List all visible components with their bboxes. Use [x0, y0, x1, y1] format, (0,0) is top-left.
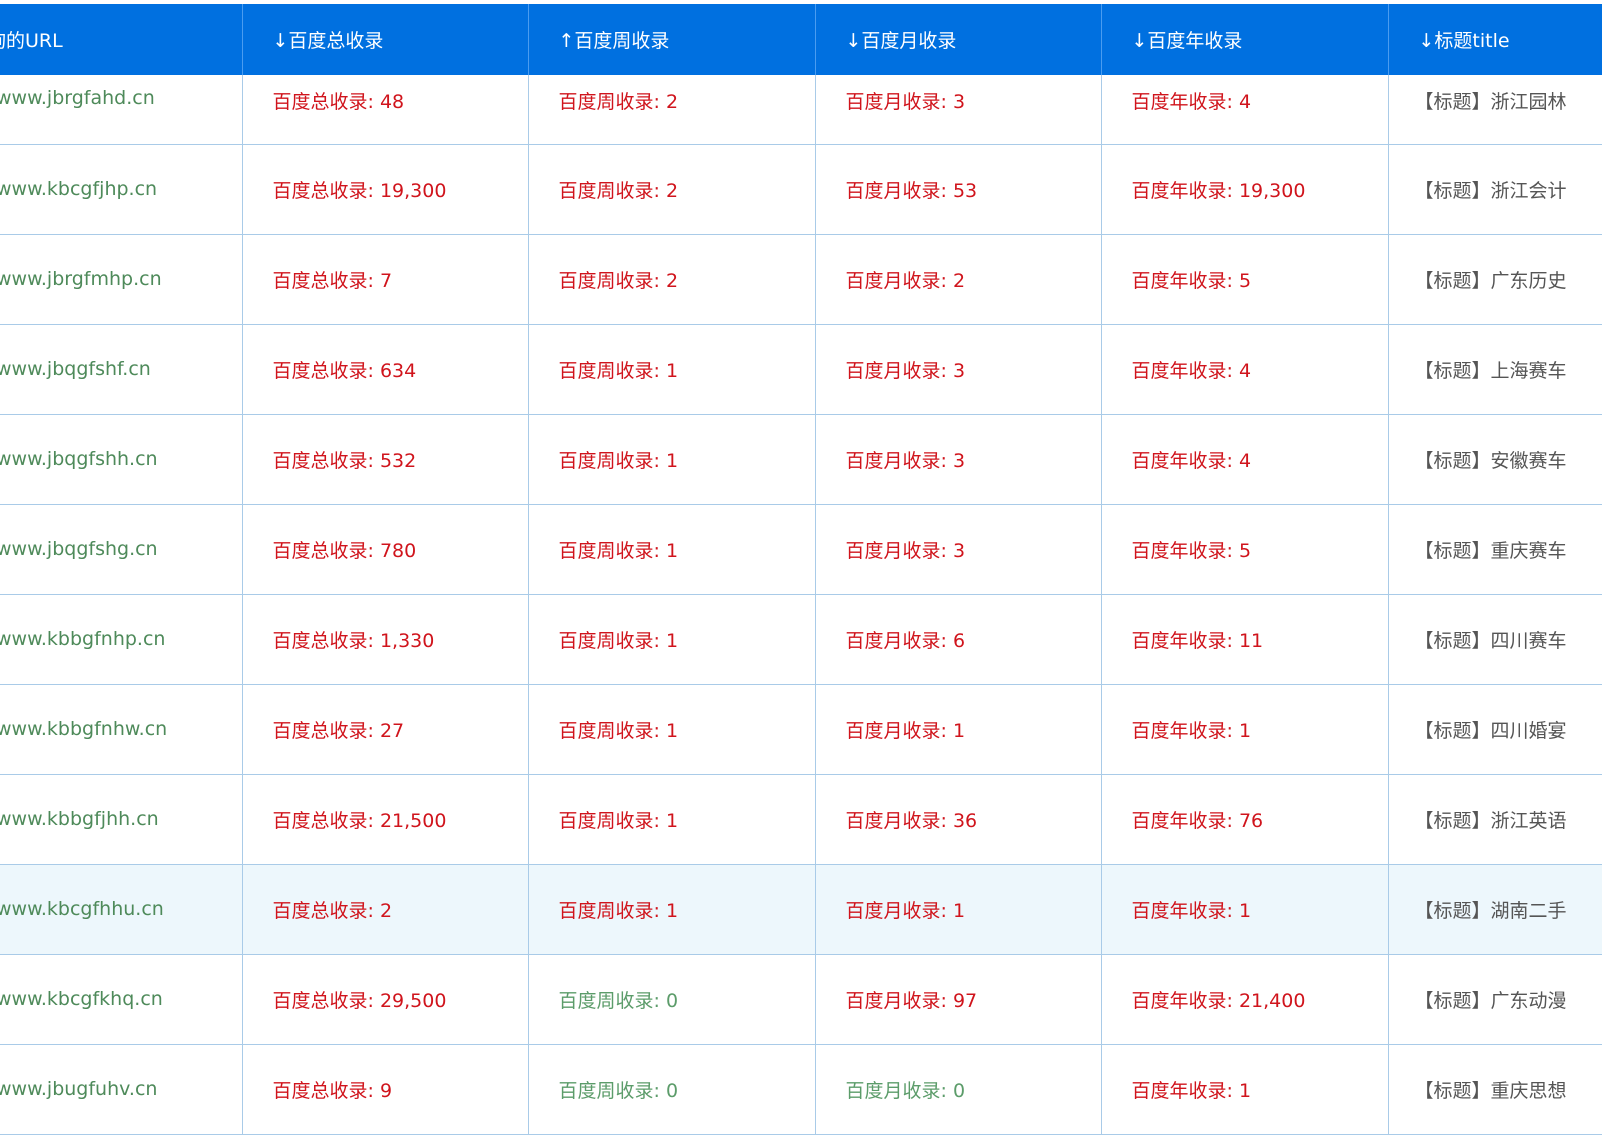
page-title-cell: 【标题】四川赛车: [1388, 594, 1602, 685]
month-count: 百度月收录: 1: [815, 864, 1102, 955]
year-count: 百度年收录: 5: [1101, 234, 1389, 325]
table-row: www.kbbgfjhh.cn 百度总收录: 21,500 百度周收录: 1 百…: [0, 774, 1602, 865]
week-count: 百度周收录: 2: [528, 75, 816, 145]
year-count: 百度年收录: 5: [1101, 504, 1389, 595]
results-table: 查询的URL ↓百度总收录 ↑百度周收录 ↓百度月收录 ↓百度年收录 ↓标题ti…: [0, 4, 1602, 1135]
month-count: 百度月收录: 0: [815, 1044, 1102, 1135]
table-row: www.jbqgfshf.cn 百度总收录: 634 百度周收录: 1 百度月收…: [0, 324, 1602, 415]
total-count: 百度总收录: 19,300: [242, 144, 529, 235]
total-count: 百度总收录: 1,330: [242, 594, 529, 685]
page-title-cell: 【标题】湖南二手: [1388, 864, 1602, 955]
page-title-cell: 【标题】广东动漫: [1388, 954, 1602, 1045]
month-count: 百度月收录: 2: [815, 234, 1102, 325]
week-count: 百度周收录: 0: [528, 1044, 816, 1135]
year-count: 百度年收录: 76: [1101, 774, 1389, 865]
week-count: 百度周收录: 0: [528, 954, 816, 1045]
week-count: 百度周收录: 2: [528, 144, 816, 235]
page-title-cell: 【标题】浙江英语: [1388, 774, 1602, 865]
header-url[interactable]: 查询的URL: [0, 4, 243, 75]
page-title-cell: 【标题】浙江会计: [1388, 144, 1602, 235]
week-count: 百度周收录: 1: [528, 594, 816, 685]
month-count: 百度月收录: 1: [815, 684, 1102, 775]
header-sort-total[interactable]: ↓百度总收录: [242, 4, 529, 75]
table-row: www.kbcgfjhp.cn 百度总收录: 19,300 百度周收录: 2 百…: [0, 144, 1602, 235]
week-count: 百度周收录: 1: [528, 504, 816, 595]
url-link[interactable]: www.jbqgfshg.cn: [0, 504, 243, 595]
total-count: 百度总收录: 634: [242, 324, 529, 415]
url-link[interactable]: www.jbrgfmhp.cn: [0, 234, 243, 325]
header-sort-week[interactable]: ↑百度周收录: [528, 4, 816, 75]
month-count: 百度月收录: 36: [815, 774, 1102, 865]
url-link[interactable]: www.jbqgfshf.cn: [0, 324, 243, 415]
table-row-hovered: www.kbcgfhhu.cn 百度总收录: 2 百度周收录: 1 百度月收录:…: [0, 864, 1602, 955]
url-link[interactable]: www.jbrgfahd.cn: [0, 75, 243, 145]
year-count: 百度年收录: 11: [1101, 594, 1389, 685]
url-link[interactable]: www.kbbgfjhh.cn: [0, 774, 243, 865]
header-row: 查询的URL ↓百度总收录 ↑百度周收录 ↓百度月收录 ↓百度年收录 ↓标题ti…: [0, 4, 1602, 75]
header-sort-title[interactable]: ↓标题title: [1388, 4, 1602, 75]
week-count: 百度周收录: 1: [528, 864, 816, 955]
month-count: 百度月收录: 3: [815, 324, 1102, 415]
table-row: www.jbqgfshg.cn 百度总收录: 780 百度周收录: 1 百度月收…: [0, 504, 1602, 595]
table-header: 查询的URL ↓百度总收录 ↑百度周收录 ↓百度月收录 ↓百度年收录 ↓标题ti…: [0, 4, 1602, 75]
total-count: 百度总收录: 48: [242, 75, 529, 145]
total-count: 百度总收录: 7: [242, 234, 529, 325]
month-count: 百度月收录: 6: [815, 594, 1102, 685]
total-count: 百度总收录: 9: [242, 1044, 529, 1135]
month-count: 百度月收录: 53: [815, 144, 1102, 235]
week-count: 百度周收录: 1: [528, 774, 816, 865]
url-link[interactable]: www.jbqgfshh.cn: [0, 414, 243, 505]
table-row: www.jbqgfshh.cn 百度总收录: 532 百度周收录: 1 百度月收…: [0, 414, 1602, 505]
year-count: 百度年收录: 1: [1101, 684, 1389, 775]
month-count: 百度月收录: 3: [815, 414, 1102, 505]
header-sort-month[interactable]: ↓百度月收录: [815, 4, 1102, 75]
year-count: 百度年收录: 19,300: [1101, 144, 1389, 235]
month-count: 百度月收录: 97: [815, 954, 1102, 1045]
week-count: 百度周收录: 1: [528, 684, 816, 775]
url-link[interactable]: www.jbugfuhv.cn: [0, 1044, 243, 1135]
week-count: 百度周收录: 2: [528, 234, 816, 325]
total-count: 百度总收录: 21,500: [242, 774, 529, 865]
total-count: 百度总收录: 780: [242, 504, 529, 595]
table-row: www.kbbgfnhw.cn 百度总收录: 27 百度周收录: 1 百度月收录…: [0, 684, 1602, 775]
year-count: 百度年收录: 4: [1101, 414, 1389, 505]
week-count: 百度周收录: 1: [528, 324, 816, 415]
url-link[interactable]: www.kbcgfkhq.cn: [0, 954, 243, 1045]
page-title-cell: 【标题】重庆思想: [1388, 1044, 1602, 1135]
page: 查询的URL ↓百度总收录 ↑百度周收录 ↓百度月收录 ↓百度年收录 ↓标题ti…: [0, 0, 1602, 1143]
year-count: 百度年收录: 4: [1101, 75, 1389, 145]
year-count: 百度年收录: 1: [1101, 1044, 1389, 1135]
page-title-cell: 【标题】重庆赛车: [1388, 504, 1602, 595]
table-row: www.jbrgfahd.cn 百度总收录: 48 百度周收录: 2 百度月收录…: [0, 75, 1602, 145]
table-body: www.jbrgfahd.cn 百度总收录: 48 百度周收录: 2 百度月收录…: [0, 75, 1602, 1135]
table-row: www.kbbgfnhp.cn 百度总收录: 1,330 百度周收录: 1 百度…: [0, 594, 1602, 685]
page-title-cell: 【标题】上海赛车: [1388, 324, 1602, 415]
week-count: 百度周收录: 1: [528, 414, 816, 505]
year-count: 百度年收录: 21,400: [1101, 954, 1389, 1045]
url-link[interactable]: www.kbbgfnhp.cn: [0, 594, 243, 685]
page-title-cell: 【标题】安徽赛车: [1388, 414, 1602, 505]
page-title-cell: 【标题】四川婚宴: [1388, 684, 1602, 775]
page-title-cell: 【标题】广东历史: [1388, 234, 1602, 325]
total-count: 百度总收录: 532: [242, 414, 529, 505]
year-count: 百度年收录: 4: [1101, 324, 1389, 415]
url-link[interactable]: www.kbcgfjhp.cn: [0, 144, 243, 235]
table-row: www.jbugfuhv.cn 百度总收录: 9 百度周收录: 0 百度月收录:…: [0, 1044, 1602, 1135]
page-title-cell: 【标题】浙江园林: [1388, 75, 1602, 145]
total-count: 百度总收录: 29,500: [242, 954, 529, 1045]
total-count: 百度总收录: 27: [242, 684, 529, 775]
table-row: www.kbcgfkhq.cn 百度总收录: 29,500 百度周收录: 0 百…: [0, 954, 1602, 1045]
header-sort-year[interactable]: ↓百度年收录: [1101, 4, 1389, 75]
month-count: 百度月收录: 3: [815, 75, 1102, 145]
url-link[interactable]: www.kbbgfnhw.cn: [0, 684, 243, 775]
table-row: www.jbrgfmhp.cn 百度总收录: 7 百度周收录: 2 百度月收录:…: [0, 234, 1602, 325]
url-link[interactable]: www.kbcgfhhu.cn: [0, 864, 243, 955]
year-count: 百度年收录: 1: [1101, 864, 1389, 955]
month-count: 百度月收录: 3: [815, 504, 1102, 595]
total-count: 百度总收录: 2: [242, 864, 529, 955]
